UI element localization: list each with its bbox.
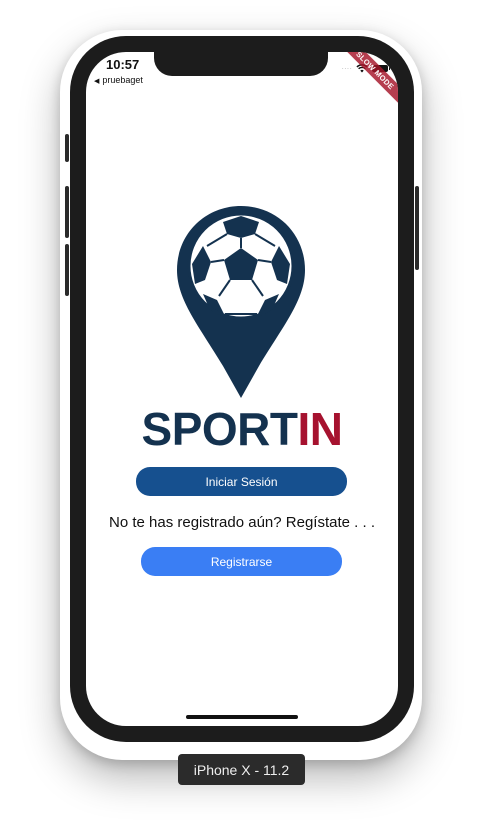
- register-button[interactable]: Registrarse: [141, 547, 342, 576]
- volume-down-button: [65, 244, 69, 296]
- back-app-name: pruebaget: [102, 75, 143, 85]
- brand-text-sport: SPORT: [141, 403, 298, 455]
- login-button[interactable]: Iniciar Sesión: [136, 467, 347, 496]
- map-pin-soccer-ball-icon: [177, 206, 305, 398]
- simulator-device-label: iPhone X - 11.2: [178, 754, 305, 785]
- back-triangle-icon: ◀: [94, 78, 100, 85]
- register-prompt: No te has registrado aún? Regístate . . …: [109, 514, 375, 531]
- device-notch: [154, 52, 328, 76]
- brand-logo-text: SPORTIN: [86, 400, 398, 458]
- app-screen: 10:57 ◀ pruebaget ···· SLOW MODE SPORTIN…: [86, 52, 398, 726]
- power-button: [415, 186, 419, 270]
- brand-text-in: IN: [297, 403, 343, 455]
- debug-banner-label: SLOW MODE: [338, 52, 398, 107]
- volume-up-button: [65, 186, 69, 238]
- back-to-app-link[interactable]: ◀ pruebaget: [94, 75, 143, 85]
- debug-banner: SLOW MODE: [338, 52, 398, 112]
- home-indicator[interactable]: [186, 715, 298, 719]
- mute-switch: [65, 134, 69, 162]
- status-time: 10:57: [106, 57, 140, 72]
